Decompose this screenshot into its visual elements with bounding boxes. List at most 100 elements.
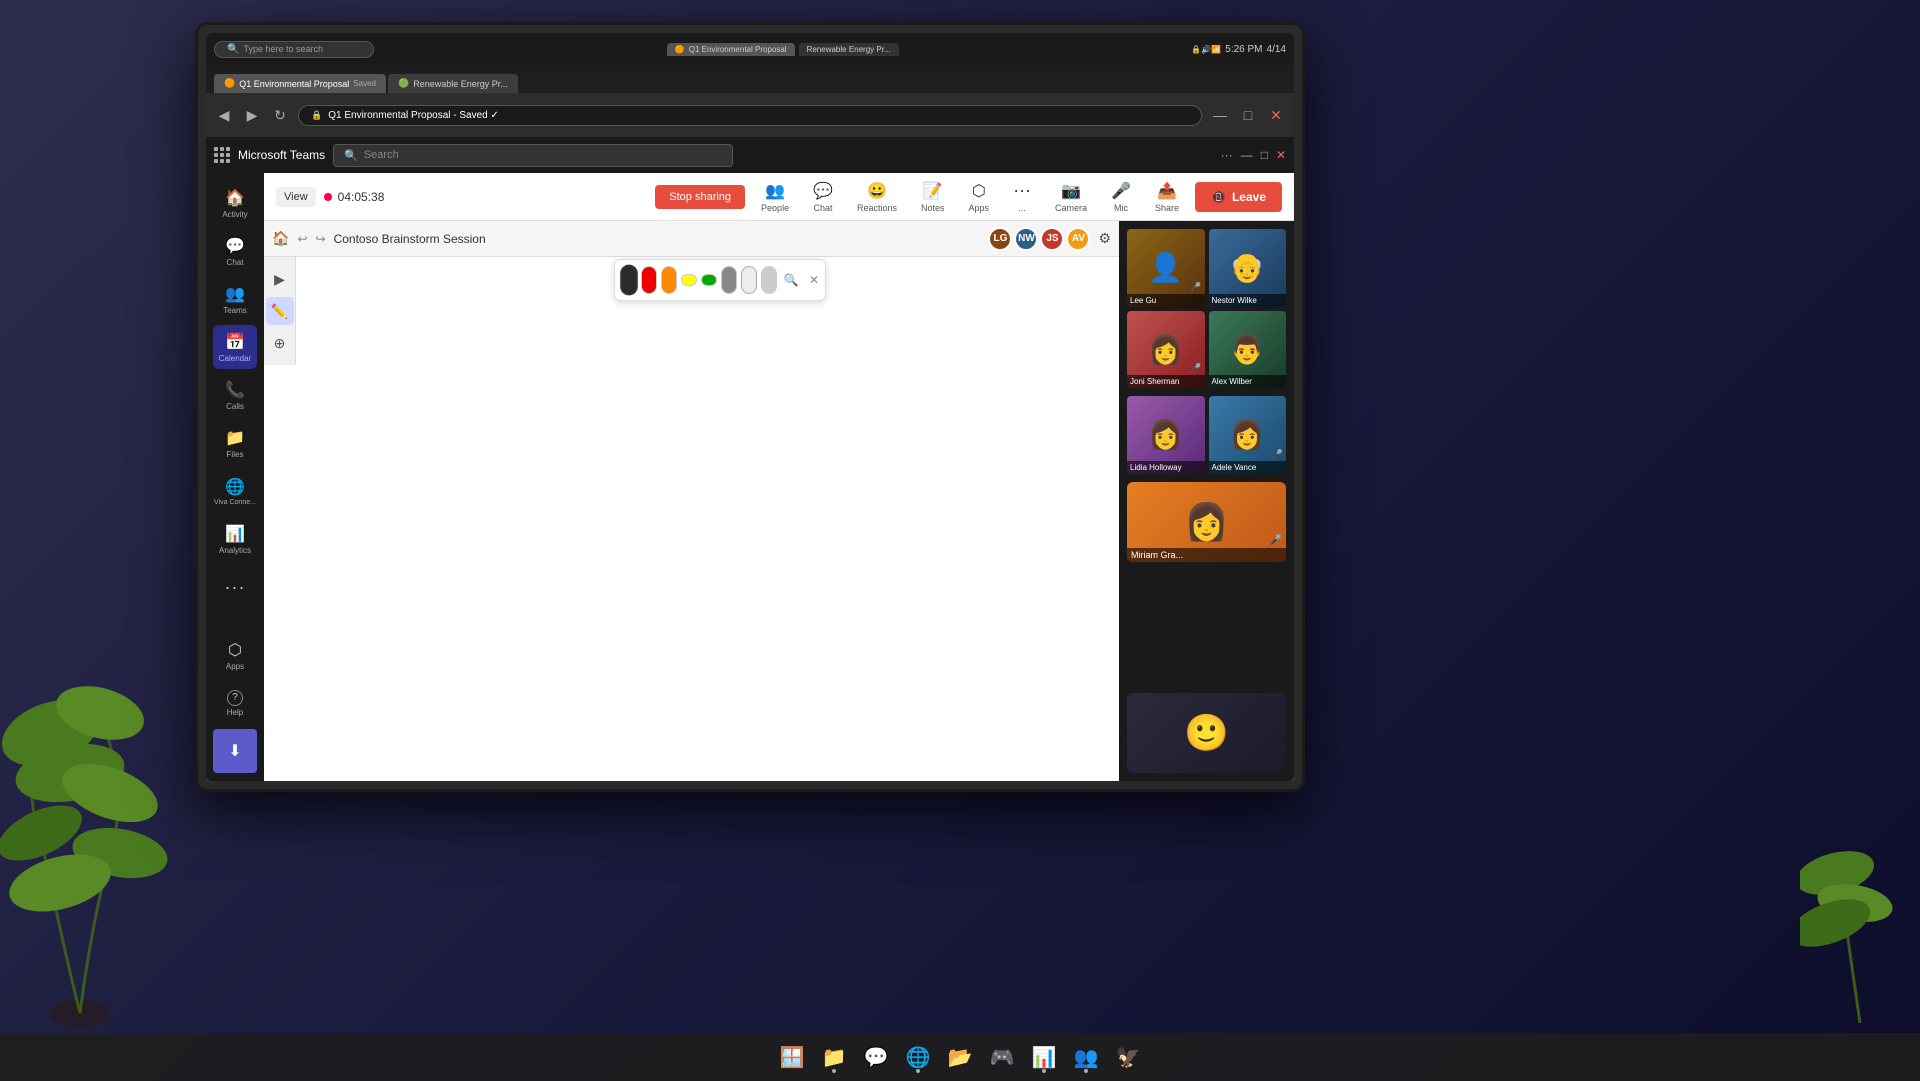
taskbar-left: 🔍 Type here to search <box>214 41 374 58</box>
more-action[interactable]: ··· ... <box>1005 176 1039 217</box>
add-tool[interactable]: ⊕ <box>266 329 294 357</box>
meeting-toolbar: View 04:05:38 Stop sharing 👥 People 💬 <box>264 173 1294 221</box>
taskbar-files-button[interactable]: 📁 <box>816 1039 852 1075</box>
stop-sharing-button[interactable]: Stop sharing <box>655 185 745 209</box>
adele-name: Adele Vance <box>1209 461 1287 474</box>
pen-magnify-btn[interactable]: 🔍 <box>781 270 801 290</box>
browser-tab-active[interactable]: 🟠 Q1 Environmental Proposal <box>667 43 795 56</box>
participant-adele[interactable]: 👩 Adele Vance 🎤 <box>1209 396 1287 474</box>
wb-avatar-2: NW <box>1014 227 1038 251</box>
sidebar-item-download[interactable]: ⬇ <box>213 729 257 773</box>
sidebar-item-analytics[interactable]: 📊 Analytics <box>213 517 257 561</box>
view-button[interactable]: View <box>276 187 316 207</box>
search-icon-sm: 🔍 <box>227 44 239 55</box>
lee-gu-name: Lee Gu <box>1127 294 1205 307</box>
meeting-timer-area: 04:05:38 <box>324 190 385 204</box>
pen-color-gray[interactable] <box>721 266 737 294</box>
taskbar-powerpoint-button[interactable]: 📊 <box>1026 1039 1062 1075</box>
leave-button[interactable]: 📵 Leave <box>1195 182 1282 212</box>
apps-action[interactable]: ⬡ Apps <box>961 177 998 217</box>
taskbar-icons: 🔒🔊📶 <box>1191 45 1221 54</box>
teams-waffle-icon[interactable] <box>214 147 230 163</box>
sidebar-item-activity[interactable]: 🏠 Activity <box>213 181 257 225</box>
people-action[interactable]: 👥 People <box>753 177 797 217</box>
participant-nestor[interactable]: 👴 Nestor Wilke <box>1209 229 1287 307</box>
whiteboard-avatars: LG NW JS AV <box>988 227 1090 251</box>
sidebar-item-help[interactable]: ? Help <box>213 681 257 725</box>
select-tool[interactable]: ▶ <box>266 265 294 293</box>
taskbar-right: 🔒🔊📶 5:26 PM 4/14 <box>1191 44 1286 55</box>
download-icon: ⬇ <box>228 741 241 761</box>
participant-lee-gu[interactable]: 👤 Lee Gu 🎤 <box>1127 229 1205 307</box>
pen-color-green[interactable] <box>701 274 717 286</box>
browser-minimize[interactable]: — <box>1210 107 1230 123</box>
wb-avatar-1: LG <box>988 227 1012 251</box>
chat-action[interactable]: 💬 Chat <box>805 177 841 217</box>
pen-color-orange[interactable] <box>661 266 677 294</box>
teams-close[interactable]: ✕ <box>1276 148 1286 162</box>
participant-lidia[interactable]: 👩 Lidia Holloway <box>1127 396 1205 474</box>
sidebar-label-activity: Activity <box>222 210 247 219</box>
taskbar-chat-button[interactable]: 💬 <box>858 1039 894 1075</box>
whiteboard-forward-btn[interactable]: ↪ <box>316 232 326 246</box>
taskbar-edge-button[interactable]: 🌐 <box>900 1039 936 1075</box>
browser-back-btn[interactable]: ◀ <box>214 107 234 124</box>
sidebar-item-chat[interactable]: 💬 Chat <box>213 229 257 273</box>
browser-tabs-row: 🟠 Q1 Environmental Proposal Saved 🟢 Rene… <box>206 65 1294 93</box>
calendar-icon: 📅 <box>225 332 245 352</box>
whiteboard-main: 🏠 ↩ ↪ Contoso Brainstorm Session LG NW J… <box>264 221 1119 781</box>
sidebar-item-files[interactable]: 📁 Files <box>213 421 257 465</box>
participant-joni[interactable]: 👩 Joni Sherman 🎤 <box>1127 311 1205 389</box>
sidebar-item-calendar[interactable]: 📅 Calendar <box>213 325 257 369</box>
taskbar-xbox-button[interactable]: 🎮 <box>984 1039 1020 1075</box>
participant-miriam[interactable]: 👩 Miriam Gra... 🎤 <box>1127 482 1286 562</box>
pen-color-black[interactable] <box>620 265 638 296</box>
whiteboard-back-btn[interactable]: ↩ <box>297 232 307 246</box>
camera-action[interactable]: 📷 Camera <box>1047 177 1095 217</box>
browser-address-bar[interactable]: 🔒 Q1 Environmental Proposal - Saved ✓ <box>298 105 1202 126</box>
pen-toolbar-close-btn[interactable]: ✕ <box>809 273 819 287</box>
pen-color-yellow[interactable] <box>681 274 697 286</box>
whiteboard-home-btn[interactable]: 🏠 <box>272 230 289 247</box>
windows-search-box[interactable]: 🔍 Type here to search <box>214 41 374 58</box>
teams-titlebar: Microsoft Teams 🔍 Search ··· — □ ✕ <box>206 137 1294 173</box>
sidebar-item-calls[interactable]: 📞 Calls <box>213 373 257 417</box>
pen-color-lightgray[interactable] <box>761 266 777 294</box>
whiteboard-settings-btn[interactable]: ⚙ <box>1098 230 1111 247</box>
sidebar-item-apps[interactable]: ⬡ Apps <box>213 633 257 677</box>
mic-icon: 🎤 <box>1111 181 1131 201</box>
share-icon: 📤 <box>1157 181 1177 201</box>
taskbar-explorer-button[interactable]: 📂 <box>942 1039 978 1075</box>
sidebar-item-viva[interactable]: 🌐 Viva Conne... <box>213 469 257 513</box>
teams-more-options[interactable]: ··· <box>1221 148 1233 162</box>
browser-forward-btn[interactable]: ▶ <box>242 107 262 124</box>
reactions-action[interactable]: 😀 Reactions <box>849 177 905 217</box>
teams-maximize[interactable]: □ <box>1261 148 1268 162</box>
teams-search-box[interactable]: 🔍 Search <box>333 144 733 167</box>
pen-tool[interactable]: ✏️ <box>266 297 294 325</box>
taskbar-teams-button[interactable]: 👥 <box>1068 1039 1104 1075</box>
share-action[interactable]: 📤 Share <box>1147 177 1187 217</box>
taskbar-dynamics-button[interactable]: 🦅 <box>1110 1039 1146 1075</box>
sidebar-item-teams[interactable]: 👥 Teams <box>213 277 257 321</box>
notes-action[interactable]: 📝 Notes <box>913 177 953 217</box>
browser-maximize[interactable]: □ <box>1238 107 1258 123</box>
browser-tab-renewable[interactable]: 🟢 Renewable Energy Pr... <box>388 74 518 93</box>
apps-action-icon: ⬡ <box>972 181 986 201</box>
participant-alex[interactable]: 👨 Alex Wilber <box>1209 311 1287 389</box>
wb-avatar-4: AV <box>1066 227 1090 251</box>
browser-tab-proposal[interactable]: 🟠 Q1 Environmental Proposal Saved <box>214 74 386 93</box>
people-label: People <box>761 203 789 213</box>
notes-icon: 📝 <box>923 181 943 201</box>
mic-action[interactable]: 🎤 Mic <box>1103 177 1139 217</box>
self-view[interactable]: 🙂 <box>1127 693 1286 773</box>
taskbar-start-button[interactable]: 🪟 <box>774 1039 810 1075</box>
browser-close[interactable]: ✕ <box>1266 107 1286 124</box>
browser-refresh-btn[interactable]: ↻ <box>270 107 290 124</box>
browser-tab-2[interactable]: Renewable Energy Pr... <box>799 43 899 56</box>
alex-name: Alex Wilber <box>1209 375 1287 388</box>
pen-color-red[interactable] <box>641 266 657 294</box>
teams-minimize[interactable]: — <box>1241 148 1253 162</box>
pen-color-white[interactable] <box>741 266 757 294</box>
sidebar-item-more[interactable]: ··· <box>213 565 257 609</box>
